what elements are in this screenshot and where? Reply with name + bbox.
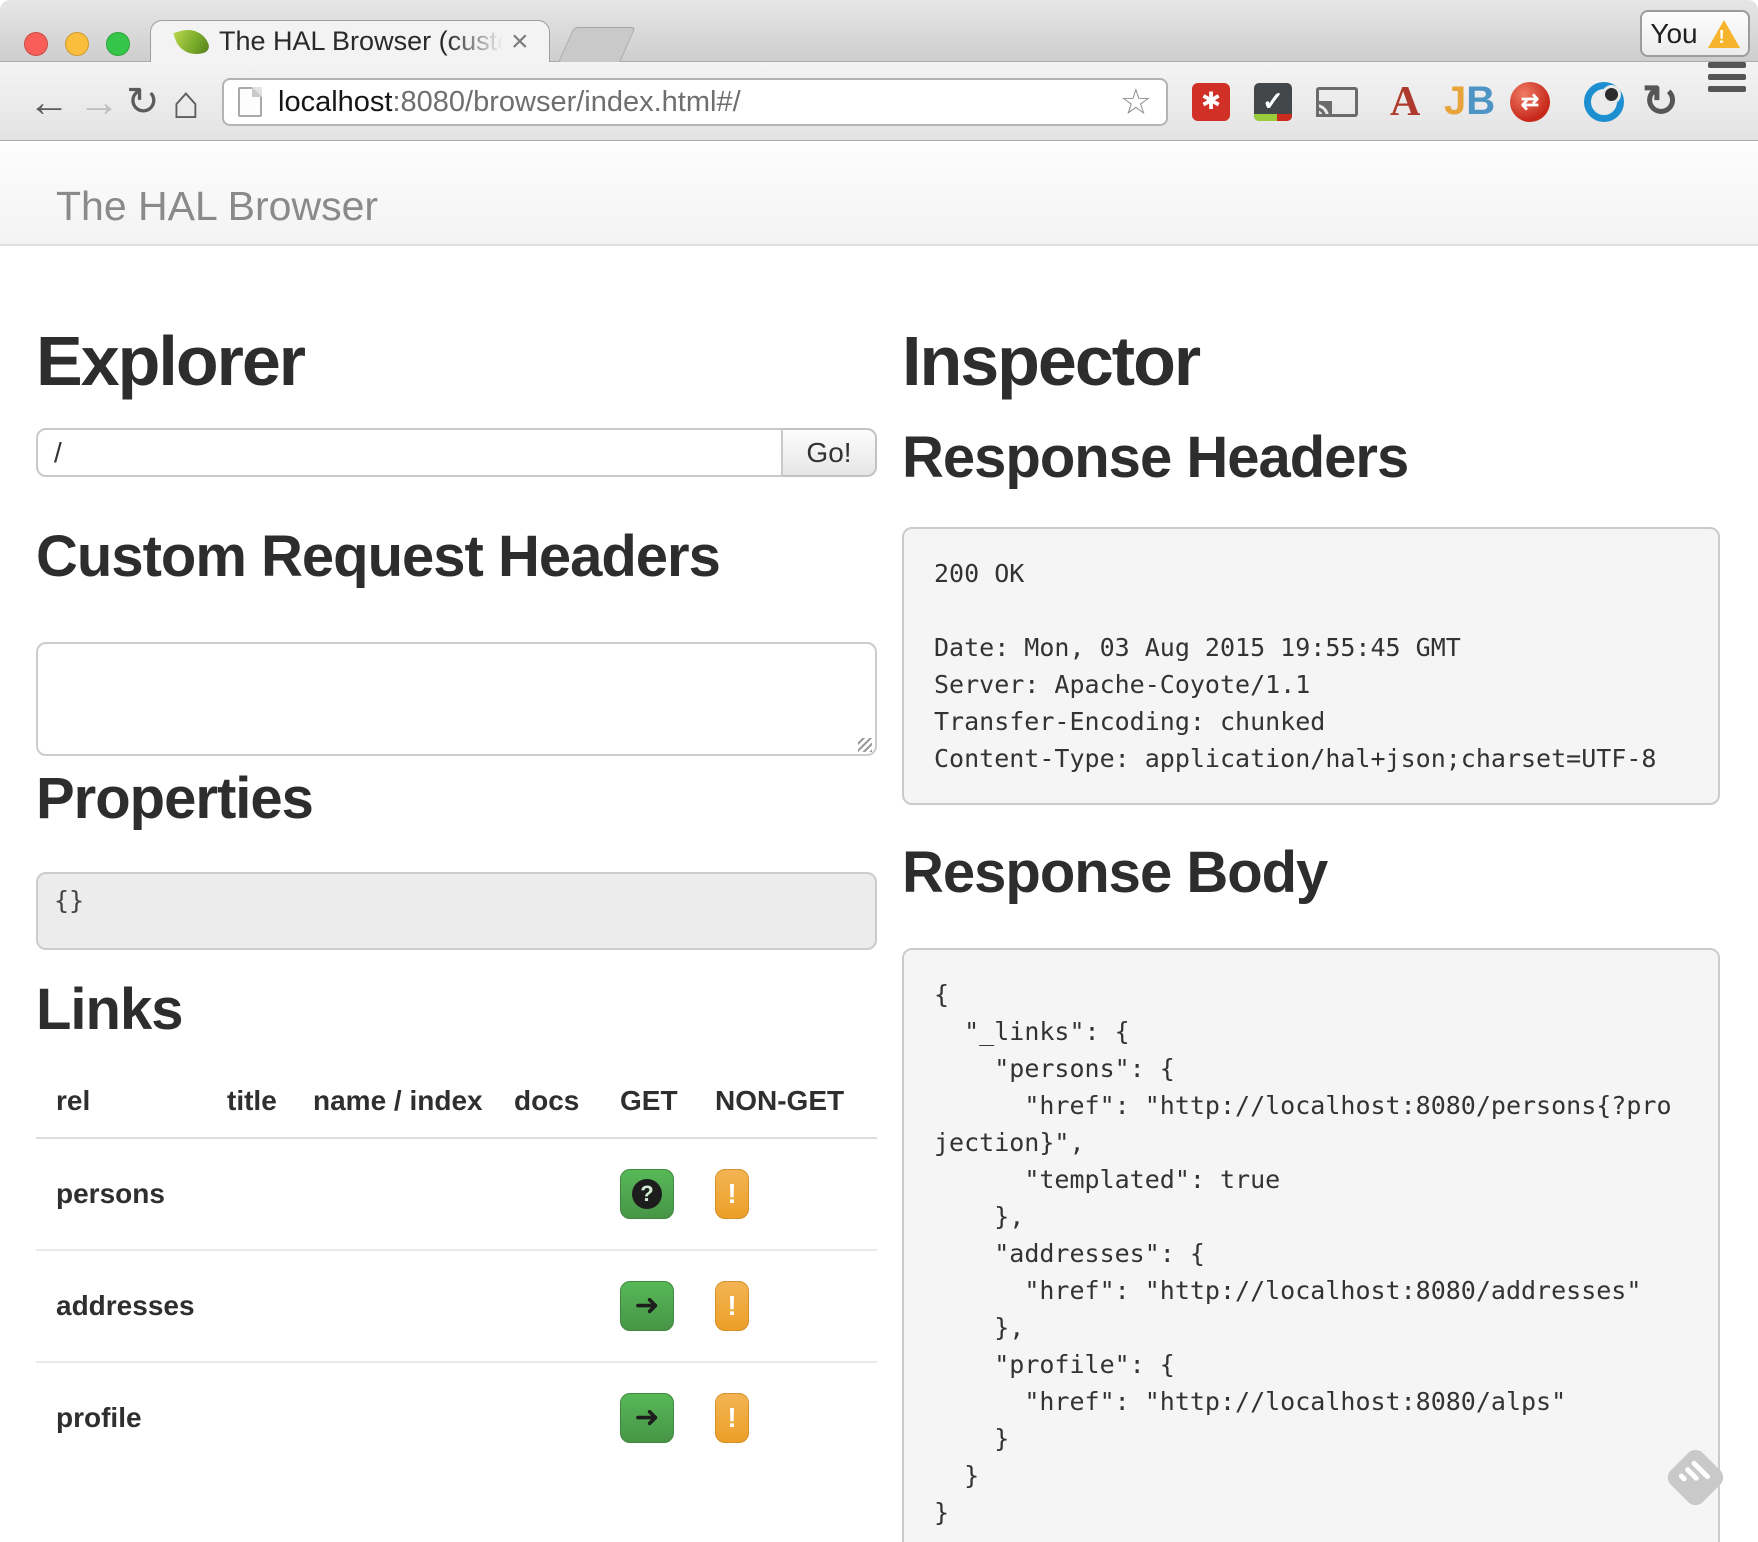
warning-icon: !	[1708, 20, 1740, 48]
non-get-button[interactable]: !	[715, 1393, 749, 1443]
profile-button-label: You	[1650, 18, 1697, 50]
chrome-menu-icon[interactable]	[1708, 62, 1746, 141]
browser-chrome: The HAL Browser (customiz × You ! ← → ↻ …	[0, 0, 1758, 142]
links-table: rel title name / index docs GET NON-GET …	[36, 1081, 877, 1473]
empty-cell	[207, 1250, 293, 1362]
empty-cell	[293, 1250, 494, 1362]
col-non-get: NON-GET	[695, 1081, 877, 1138]
lastpass-extension-icon[interactable]: ✱	[1192, 62, 1230, 141]
empty-cell	[207, 1362, 293, 1473]
inspector-panel: Inspector Response Headers 200 OK Date: …	[902, 326, 1720, 1542]
main-content: Explorer Go! Custom Request Headers Prop…	[0, 246, 1758, 1542]
col-docs: docs	[494, 1081, 600, 1138]
arrow-right-icon: ➜	[634, 1291, 659, 1321]
response-body-title: Response Body	[902, 843, 1720, 904]
url-host: localhost	[278, 86, 392, 118]
tab-close-icon[interactable]: ×	[511, 27, 529, 57]
non-get-button[interactable]: !	[715, 1169, 749, 1219]
rel-label: profile	[36, 1362, 207, 1473]
get-button[interactable]: ➜	[620, 1281, 674, 1331]
custom-headers-textarea[interactable]	[36, 642, 877, 756]
forward-button[interactable]: →	[78, 62, 120, 141]
browser-tab[interactable]: The HAL Browser (customiz ×	[150, 20, 550, 62]
response-body-box: { "_links": { "persons": { "href": "http…	[902, 948, 1720, 1542]
arrow-right-icon: ➜	[634, 1403, 659, 1433]
explorer-panel: Explorer Go! Custom Request Headers Prop…	[36, 326, 877, 1473]
window-controls	[24, 32, 130, 56]
minimize-window-button[interactable]	[65, 32, 89, 56]
profile-button[interactable]: You !	[1640, 10, 1750, 57]
tab-title: The HAL Browser (customiz	[219, 26, 503, 57]
custom-request-headers-title: Custom Request Headers	[36, 527, 877, 588]
url-text: localhost:8080/browser/index.html#/	[278, 86, 1112, 119]
empty-cell	[494, 1362, 600, 1473]
rel-label: persons	[36, 1138, 207, 1250]
exclamation-icon: !	[727, 1402, 736, 1434]
checker-strip	[1254, 114, 1292, 121]
checkmark-extension-icon[interactable]: ✓	[1254, 62, 1292, 141]
links-header-row: rel title name / index docs GET NON-GET	[36, 1081, 877, 1138]
url-path: :8080/browser/index.html#/	[392, 86, 740, 118]
empty-cell	[293, 1138, 494, 1250]
new-tab-button[interactable]	[558, 27, 636, 62]
session-refresh-extension-icon[interactable]: ↻	[1642, 62, 1679, 141]
back-button[interactable]: ←	[28, 62, 70, 141]
exclamation-icon: !	[727, 1178, 736, 1210]
get-templated-button[interactable]: ?	[620, 1169, 674, 1219]
inspector-title: Inspector	[902, 326, 1720, 396]
home-button[interactable]: ⌂	[172, 62, 200, 141]
non-get-button[interactable]: !	[715, 1281, 749, 1331]
rel-label: addresses	[36, 1250, 207, 1362]
app-navbar: The HAL Browser	[0, 142, 1758, 246]
spring-leaf-favicon	[173, 24, 210, 60]
explorer-title: Explorer	[36, 326, 877, 396]
empty-cell	[494, 1250, 600, 1362]
response-headers-title: Response Headers	[902, 428, 1720, 489]
col-rel: rel	[36, 1081, 207, 1138]
col-title: title	[207, 1081, 293, 1138]
empty-cell	[494, 1138, 600, 1250]
explorer-address-input[interactable]	[36, 428, 783, 477]
table-row-persons: persons ? !	[36, 1138, 877, 1250]
exclamation-icon: !	[727, 1290, 736, 1322]
properties-value: {}	[36, 872, 877, 950]
blue-circle-extension-icon[interactable]	[1584, 62, 1624, 141]
col-name-index: name / index	[293, 1081, 494, 1138]
browser-toolbar: ← → ↻ ⌂ localhost:8080/browser/index.htm…	[0, 62, 1758, 141]
col-get: GET	[600, 1081, 695, 1138]
letter-a-extension-icon[interactable]: A	[1390, 62, 1420, 141]
resize-grip-icon[interactable]	[858, 738, 872, 752]
get-button[interactable]: ➜	[620, 1393, 674, 1443]
empty-cell	[207, 1138, 293, 1250]
cast-extension-icon[interactable]	[1316, 62, 1358, 141]
jb-extension-icon[interactable]: JB	[1444, 62, 1495, 141]
page-icon	[238, 87, 262, 117]
explorer-address-group: Go!	[36, 428, 877, 477]
links-title: Links	[36, 980, 877, 1041]
go-button[interactable]: Go!	[783, 428, 877, 477]
app-brand: The HAL Browser	[56, 183, 378, 230]
zoom-window-button[interactable]	[106, 32, 130, 56]
reload-button[interactable]: ↻	[126, 62, 160, 141]
table-row-addresses: addresses ➜ !	[36, 1250, 877, 1362]
properties-title: Properties	[36, 769, 877, 830]
question-icon: ?	[632, 1179, 662, 1209]
tab-strip: The HAL Browser (customiz × You !	[0, 0, 1758, 62]
table-row-profile: profile ➜ !	[36, 1362, 877, 1473]
address-bar[interactable]: localhost:8080/browser/index.html#/ ☆	[222, 78, 1168, 126]
sync-extension-icon[interactable]: ⇄	[1510, 62, 1550, 141]
response-headers-box: 200 OK Date: Mon, 03 Aug 2015 19:55:45 G…	[902, 527, 1720, 805]
close-window-button[interactable]	[24, 32, 48, 56]
custom-headers-wrap	[36, 642, 877, 761]
bookmark-star-icon[interactable]: ☆	[1120, 81, 1152, 123]
empty-cell	[293, 1362, 494, 1473]
